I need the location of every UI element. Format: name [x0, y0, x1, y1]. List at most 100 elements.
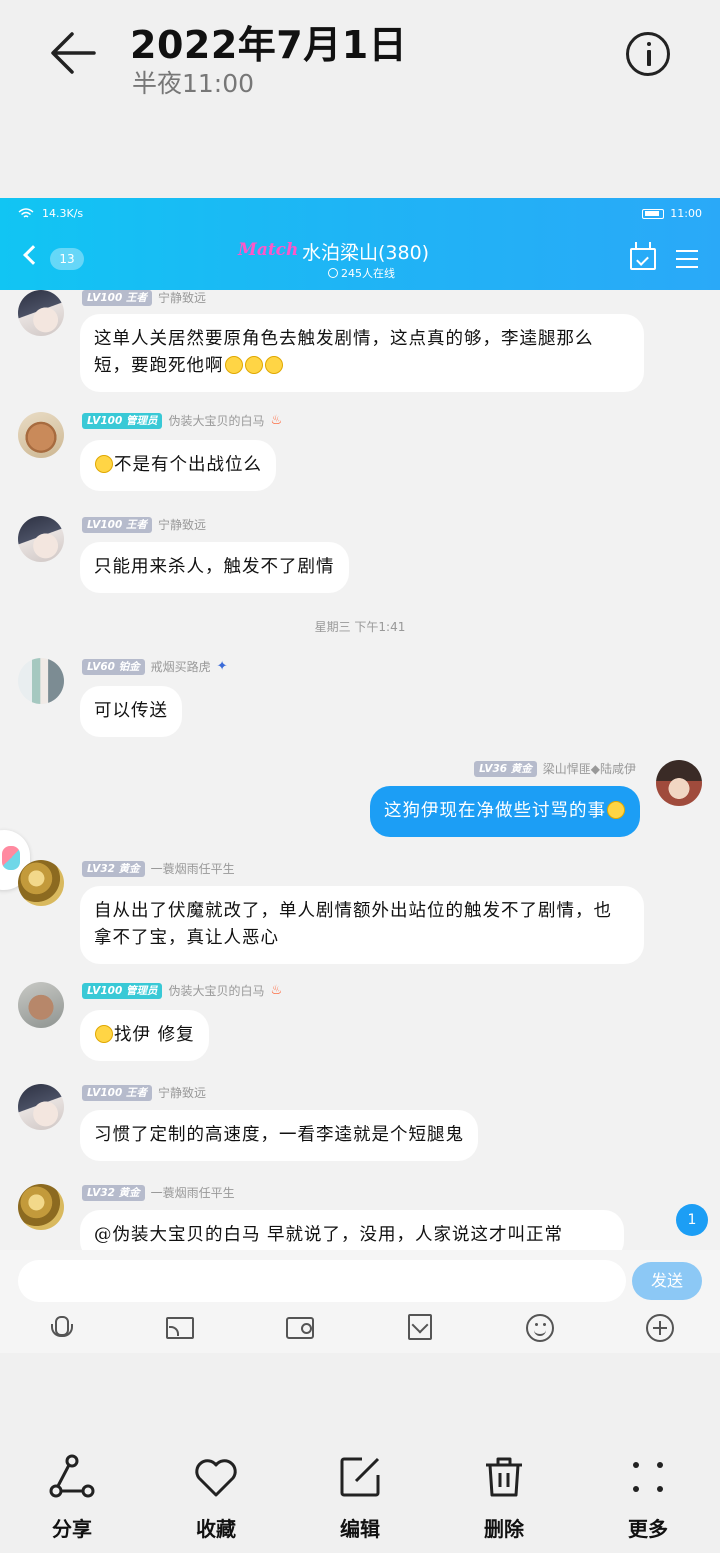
- fire-icon: ♨: [270, 413, 283, 428]
- match-logo: Match: [238, 240, 299, 260]
- level-badge: LV100 管理员: [82, 412, 163, 429]
- trash-icon: [486, 1457, 522, 1497]
- level-badge: LV60 铂金: [82, 658, 145, 675]
- wifi-icon: [18, 208, 34, 218]
- sender-meta: LV100 王者 宁静致远: [82, 516, 206, 533]
- message-bubble[interactable]: @伪装大宝贝的白马 早就说了，没用，人家说这才叫正常: [80, 1210, 624, 1250]
- favorite-label: 收藏: [196, 1517, 236, 1541]
- status-time: 11:00: [670, 207, 702, 220]
- edit-button[interactable]: 编辑: [310, 1453, 410, 1542]
- unread-count[interactable]: 13: [50, 248, 84, 270]
- photo-icon[interactable]: [286, 1317, 314, 1339]
- level-badge: LV100 王者: [82, 516, 152, 533]
- calendar-check-icon[interactable]: [630, 248, 656, 270]
- online-icon: [328, 268, 338, 278]
- more-button[interactable]: 更多: [598, 1453, 698, 1542]
- level-badge: LV36 黄金: [474, 760, 537, 777]
- sender-meta: LV100 管理员 伪装大宝贝的白马 ♨: [82, 412, 282, 429]
- sender-name: 戒烟买路虎: [150, 660, 211, 674]
- microphone-icon[interactable]: [46, 1314, 74, 1342]
- message-text: @伪装大宝贝的白马 早就说了，没用，人家说这才叫正常: [94, 1225, 564, 1245]
- message-text: 这单人关居然要原角色去触发剧情，这点真的够，李逵腿那么短，要跑死他啊: [94, 329, 594, 376]
- avatar[interactable]: [18, 290, 64, 336]
- sender-name: 梁山悍匪◆陆咸伊: [542, 762, 636, 776]
- message-feed[interactable]: LV100 王者 宁静致远 这单人关居然要原角色去触发剧情，这点真的够，李逵腿那…: [0, 290, 720, 1250]
- sender-meta: LV32 黄金 一蓑烟雨任平生: [82, 1184, 235, 1201]
- level-badge: LV100 王者: [82, 1084, 152, 1101]
- message-bubble-own[interactable]: 这狗伊现在净做些讨骂的事: [370, 786, 640, 837]
- edit-icon: [340, 1457, 380, 1497]
- sender-name: 伪装大宝贝的白马: [168, 984, 265, 998]
- delete-label: 删除: [484, 1517, 524, 1541]
- share-button[interactable]: 分享: [22, 1453, 122, 1542]
- level-badge: LV100 管理员: [82, 982, 163, 999]
- avatar[interactable]: [18, 860, 64, 906]
- level-badge: LV32 黄金: [82, 1184, 145, 1201]
- sender-meta: LV100 王者 宁静致远: [82, 1084, 206, 1101]
- message-text: 这狗伊现在净做些讨骂的事: [384, 801, 606, 821]
- message-bubble[interactable]: 不是有个出战位么: [80, 440, 276, 491]
- plus-icon[interactable]: [646, 1314, 674, 1342]
- share-label: 分享: [52, 1517, 92, 1541]
- back-arrow-icon[interactable]: [48, 30, 98, 76]
- message-text: 找伊 修复: [114, 1025, 195, 1045]
- share-icon: [49, 1454, 95, 1498]
- more-dots-icon: [633, 1462, 663, 1492]
- screen-cast-icon[interactable]: [166, 1317, 194, 1339]
- message-input[interactable]: [18, 1260, 626, 1302]
- chat-screenshot: 14.3K/s 11:00 13 Match 水泊梁山(380) 245人在线 …: [0, 198, 720, 1353]
- new-message-count[interactable]: 1: [676, 1204, 708, 1236]
- avatar[interactable]: [18, 412, 64, 458]
- more-label: 更多: [628, 1517, 668, 1541]
- fire-icon: ♨: [270, 983, 283, 998]
- dragon-icon: ✦: [216, 659, 228, 674]
- sender-meta: LV36 黄金 梁山悍匪◆陆咸伊: [474, 760, 636, 777]
- sender-name: 宁静致远: [157, 1086, 206, 1100]
- favorite-button[interactable]: 收藏: [166, 1453, 266, 1542]
- smile-emoji-icon: [224, 356, 243, 374]
- message-bubble[interactable]: 可以传送: [80, 686, 182, 737]
- status-bar-left: 14.3K/s: [18, 207, 83, 220]
- avatar[interactable]: [18, 982, 64, 1028]
- avatar[interactable]: [656, 760, 702, 806]
- smile-emoji-icon: [95, 1025, 113, 1043]
- smile-emoji-icon: [264, 356, 283, 374]
- time-divider: 星期三 下午1:41: [314, 620, 406, 634]
- heart-icon: [195, 1459, 237, 1497]
- online-count: 245人在线: [328, 265, 395, 281]
- chat-input-area: 发送: [0, 1250, 720, 1353]
- emoji-icon[interactable]: [526, 1314, 554, 1342]
- avatar[interactable]: [18, 1084, 64, 1130]
- message-bubble[interactable]: 自从出了伏魔就改了，单人剧情额外出站位的触发不了剧情，也拿不了宝，真让人恶心: [80, 886, 644, 964]
- gallery-header: 2022年7月1日 半夜11:00: [0, 0, 720, 200]
- group-title[interactable]: 水泊梁山(380): [302, 238, 429, 265]
- menu-icon[interactable]: [676, 250, 698, 268]
- page-title: 2022年7月1日: [130, 23, 408, 67]
- page-subtitle: 半夜11:00: [132, 69, 255, 98]
- message-bubble[interactable]: 这单人关居然要原角色去触发剧情，这点真的够，李逵腿那么短，要跑死他啊: [80, 314, 644, 392]
- avatar[interactable]: [18, 1184, 64, 1230]
- message-text: 自从出了伏魔就改了，单人剧情额外出站位的触发不了剧情，也拿不了宝，真让人恶心: [94, 901, 612, 948]
- smile-emoji-icon: [244, 356, 263, 374]
- chat-back-icon[interactable]: [23, 245, 43, 265]
- send-button[interactable]: 发送: [632, 1262, 702, 1300]
- level-badge: LV32 黄金: [82, 860, 145, 877]
- message-bubble[interactable]: 找伊 修复: [80, 1010, 209, 1061]
- smile-emoji-icon: [95, 455, 113, 473]
- sender-meta: LV60 铂金 戒烟买路虎 ✦: [82, 658, 228, 675]
- bottom-action-bar: 分享 收藏 编辑 删除 更多: [0, 1353, 720, 1553]
- message-bubble[interactable]: 只能用来杀人，触发不了剧情: [80, 542, 349, 593]
- avatar[interactable]: [18, 658, 64, 704]
- message-text: 不是有个出战位么: [114, 455, 262, 475]
- avatar[interactable]: [18, 516, 64, 562]
- sender-meta: LV100 管理员 伪装大宝贝的白马 ♨: [82, 982, 282, 999]
- message-text: 只能用来杀人，触发不了剧情: [94, 557, 335, 577]
- message-bubble[interactable]: 习惯了定制的高速度，一看李逵就是个短腿鬼: [80, 1110, 478, 1161]
- chat-header: 14.3K/s 11:00 13 Match 水泊梁山(380) 245人在线: [0, 198, 720, 290]
- message-text: 习惯了定制的高速度，一看李逵就是个短腿鬼: [94, 1125, 464, 1145]
- red-packet-icon[interactable]: [408, 1314, 432, 1340]
- sender-meta: LV32 黄金 一蓑烟雨任平生: [82, 860, 235, 877]
- sender-meta: LV100 王者 宁静致远: [82, 290, 206, 306]
- delete-button[interactable]: 删除: [454, 1453, 554, 1542]
- info-icon[interactable]: [626, 32, 670, 76]
